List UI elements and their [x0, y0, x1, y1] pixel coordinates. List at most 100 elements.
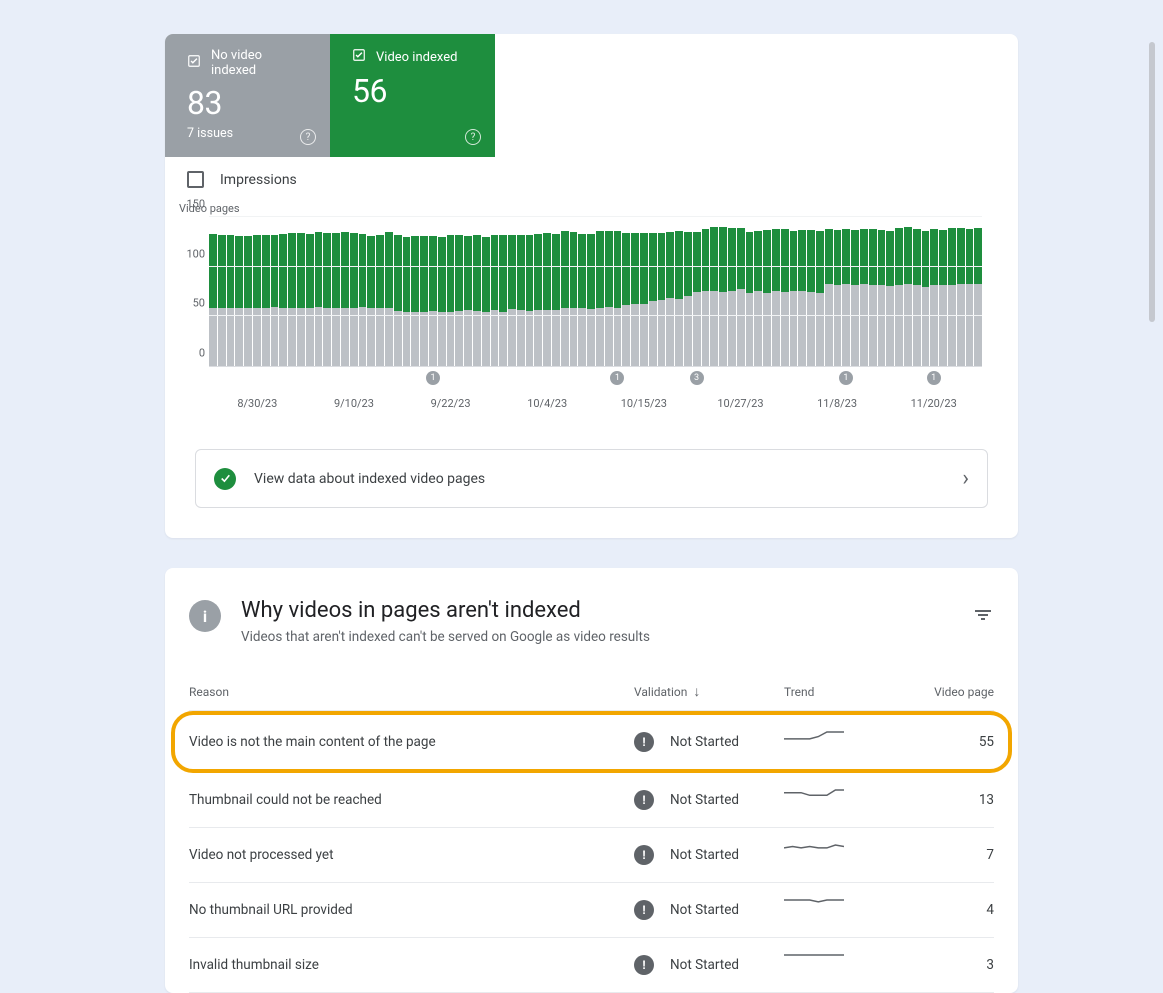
chart-bar[interactable]: [491, 217, 499, 366]
chart-bar[interactable]: [666, 217, 674, 366]
chart-bar[interactable]: [482, 217, 490, 366]
chart-bar[interactable]: [473, 217, 481, 366]
chart-annotation[interactable]: 1: [927, 371, 941, 385]
chart-bar[interactable]: [447, 217, 455, 366]
chart-bar[interactable]: [570, 217, 578, 366]
chart-bar[interactable]: [394, 217, 402, 366]
chart-bar[interactable]: [763, 217, 771, 366]
chart-bar[interactable]: [306, 217, 314, 366]
chart-bar[interactable]: [948, 217, 956, 366]
impressions-toggle[interactable]: Impressions: [165, 157, 1018, 198]
chart-bar[interactable]: [957, 217, 965, 366]
chart-bar[interactable]: [631, 217, 639, 366]
chart-bar[interactable]: [860, 217, 868, 366]
chart-bar[interactable]: [702, 217, 710, 366]
table-row[interactable]: Invalid thumbnail size!Not Started3: [189, 938, 994, 993]
chart-bar[interactable]: [235, 217, 243, 366]
chart-bar[interactable]: [869, 217, 877, 366]
chart-bar[interactable]: [649, 217, 657, 366]
stat-no-video-indexed[interactable]: No video indexed 83 7 issues ?: [165, 34, 330, 157]
checkbox-unchecked-icon[interactable]: [187, 171, 204, 188]
chart-bar[interactable]: [596, 217, 604, 366]
chart-bar[interactable]: [904, 217, 912, 366]
chart-bar[interactable]: [746, 217, 754, 366]
table-row[interactable]: Video not processed yet!Not Started7: [189, 828, 994, 883]
chart-bar[interactable]: [737, 217, 745, 366]
chart-bar[interactable]: [271, 217, 279, 366]
chart-bar[interactable]: [587, 217, 595, 366]
chart-bar[interactable]: [825, 217, 833, 366]
chart-bar[interactable]: [878, 217, 886, 366]
chart-bar[interactable]: [974, 217, 982, 366]
chart-bar[interactable]: [675, 217, 683, 366]
chart-bar[interactable]: [798, 217, 806, 366]
chart-bar[interactable]: [420, 217, 428, 366]
chart-bar[interactable]: [842, 217, 850, 366]
chart-bar[interactable]: [605, 217, 613, 366]
help-icon[interactable]: ?: [465, 129, 481, 145]
col-validation[interactable]: Validation ↓: [634, 683, 784, 700]
chart-bar[interactable]: [622, 217, 630, 366]
chart-bar[interactable]: [279, 217, 287, 366]
chart-bar[interactable]: [772, 217, 780, 366]
chart-bar[interactable]: [367, 217, 375, 366]
chart-bar[interactable]: [534, 217, 542, 366]
chart-bar[interactable]: [719, 217, 727, 366]
filter-icon[interactable]: [972, 604, 994, 626]
chart-bar[interactable]: [578, 217, 586, 366]
chart-bar[interactable]: [244, 217, 252, 366]
chart-bar[interactable]: [658, 217, 666, 366]
chart-bar[interactable]: [526, 217, 534, 366]
chart-bar[interactable]: [218, 217, 226, 366]
chart-bar[interactable]: [332, 217, 340, 366]
chart-bar[interactable]: [438, 217, 446, 366]
chart-bar[interactable]: [561, 217, 569, 366]
chart-bar[interactable]: [359, 217, 367, 366]
scrollbar[interactable]: [1147, 34, 1157, 974]
chart-bar[interactable]: [464, 217, 472, 366]
chart-bar[interactable]: [350, 217, 358, 366]
chart-bar[interactable]: [693, 217, 701, 366]
chart-bar[interactable]: [429, 217, 437, 366]
chart-bar[interactable]: [385, 217, 393, 366]
stat-video-indexed[interactable]: Video indexed 56 ?: [330, 34, 495, 157]
chart-bar[interactable]: [499, 217, 507, 366]
view-indexed-data-button[interactable]: View data about indexed video pages ›: [195, 449, 988, 508]
table-row[interactable]: Thumbnail could not be reached!Not Start…: [189, 773, 994, 828]
chart-bar[interactable]: [376, 217, 384, 366]
chart-bar[interactable]: [781, 217, 789, 366]
chart-bar[interactable]: [966, 217, 974, 366]
chart-bar[interactable]: [939, 217, 947, 366]
chart-bar[interactable]: [508, 217, 516, 366]
chart-bar[interactable]: [913, 217, 921, 366]
chart-bar[interactable]: [262, 217, 270, 366]
chart-bar[interactable]: [253, 217, 261, 366]
chart-bar[interactable]: [886, 217, 894, 366]
chart-bar[interactable]: [922, 217, 930, 366]
chart-bar[interactable]: [851, 217, 859, 366]
chart-bar[interactable]: [684, 217, 692, 366]
chart-bar[interactable]: [754, 217, 762, 366]
chart-annotation[interactable]: 1: [839, 371, 853, 385]
chart-bar[interactable]: [315, 217, 323, 366]
chart-bar[interactable]: [455, 217, 463, 366]
chart-bar[interactable]: [543, 217, 551, 366]
table-row[interactable]: Video is not the main content of the pag…: [189, 715, 994, 769]
chart-bar[interactable]: [209, 217, 217, 366]
chart-annotation[interactable]: 3: [690, 371, 704, 385]
chart-bar[interactable]: [640, 217, 648, 366]
chart-bar[interactable]: [227, 217, 235, 366]
chart-annotation[interactable]: 1: [610, 371, 624, 385]
chart-bar[interactable]: [411, 217, 419, 366]
help-icon[interactable]: ?: [300, 129, 316, 145]
chart-bar[interactable]: [895, 217, 903, 366]
chart-bar[interactable]: [323, 217, 331, 366]
chart-annotation[interactable]: 1: [426, 371, 440, 385]
chart-bar[interactable]: [728, 217, 736, 366]
chart-bar[interactable]: [614, 217, 622, 366]
chart-bar[interactable]: [816, 217, 824, 366]
scrollbar-thumb[interactable]: [1149, 42, 1155, 322]
chart-bar[interactable]: [297, 217, 305, 366]
chart-bar[interactable]: [341, 217, 349, 366]
chart-bar[interactable]: [930, 217, 938, 366]
